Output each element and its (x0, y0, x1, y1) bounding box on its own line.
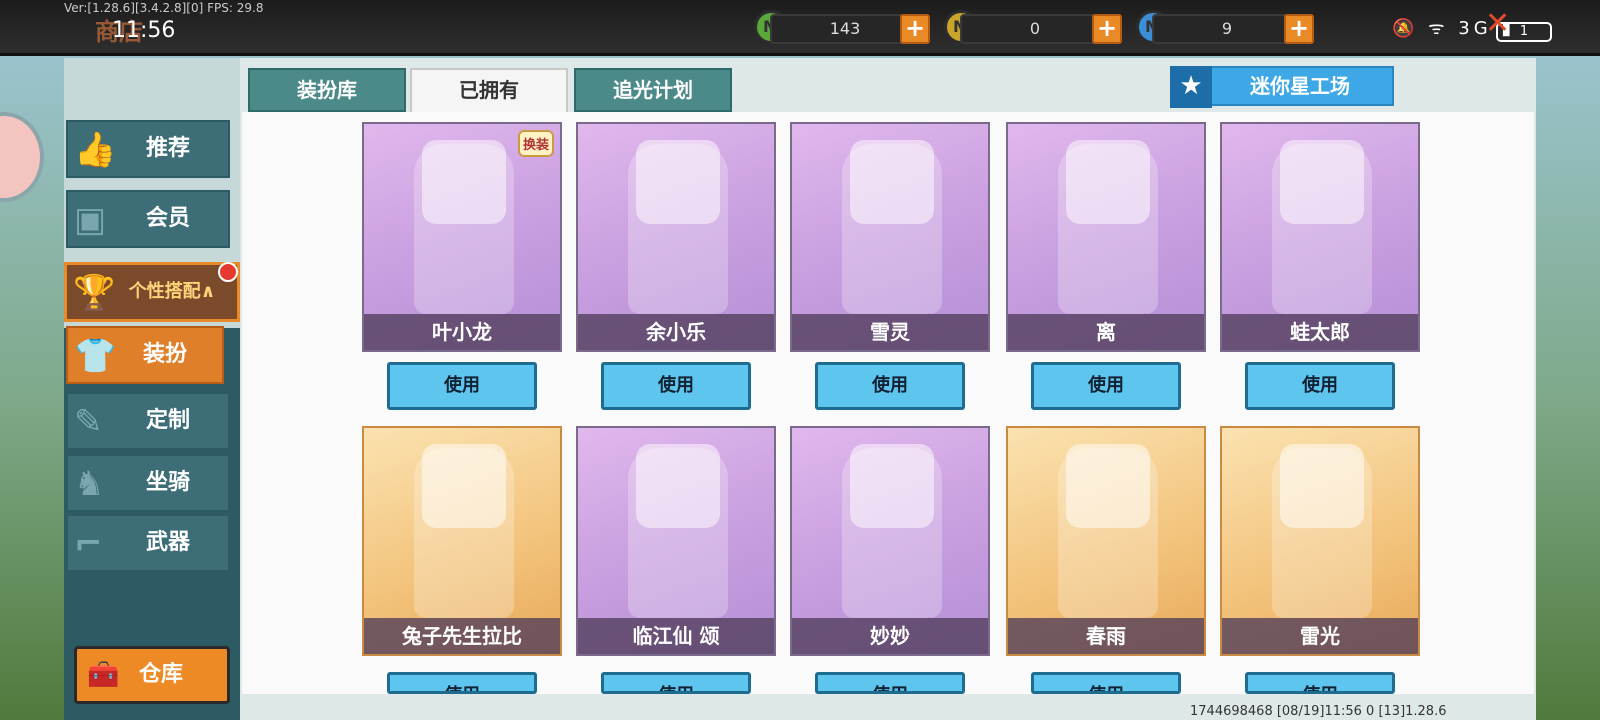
version-info: Ver:[1.28.6][3.4.2.8][0] FPS: 29.8 (64, 1, 264, 15)
star-icon: ★ (1170, 66, 1212, 108)
notification-dot (218, 262, 238, 282)
chest-icon: 🧰 (87, 660, 120, 690)
trophy-icon: 🏆 (73, 273, 116, 313)
warehouse-button[interactable]: 🧰 仓库 (74, 646, 230, 704)
skin-name: 雪灵 (792, 314, 988, 350)
top-status-bar: Ver:[1.28.6][3.4.2.8][0] FPS: 29.8 商店 11… (0, 0, 1600, 56)
player-avatar[interactable] (0, 112, 44, 202)
use-button[interactable]: 使用 (1031, 362, 1181, 410)
debug-footer-info: 1744698468 [08/19]11:56 0 [13]1.28.6 (1190, 704, 1447, 719)
sidebar-item-dressup[interactable]: 👕 装扮 (66, 326, 224, 384)
skin-name: 兔子先生拉比 (364, 618, 560, 654)
skin-card[interactable]: 妙妙 (790, 426, 990, 656)
gun-icon: ⌐ (74, 524, 103, 564)
use-button[interactable]: 使用 (1245, 362, 1395, 410)
chevron-up-icon: ∧ (200, 281, 216, 302)
skin-grid: 换装 叶小龙 余小乐 雪灵 离 蛙太郎 使用 使用 使用 使用 使用 兔子先生拉… (242, 112, 1534, 694)
skin-card[interactable]: 余小乐 (576, 122, 776, 352)
skin-name: 临江仙 颂 (578, 618, 774, 654)
skin-name: 叶小龙 (364, 314, 560, 350)
add-mini-bean-button[interactable]: + (900, 14, 930, 44)
use-button[interactable]: 使用 (815, 672, 965, 694)
skin-name: 余小乐 (578, 314, 774, 350)
member-icon: ▣ (74, 200, 107, 240)
skin-card[interactable]: 换装 叶小龙 (362, 122, 562, 352)
skin-card[interactable]: 雷光 (1220, 426, 1420, 656)
add-mini-coin-button[interactable]: + (1092, 14, 1122, 44)
mini-coin-count: 0 (960, 14, 1110, 44)
add-mini-point-button[interactable]: + (1284, 14, 1314, 44)
thumbs-up-icon: 👍 (74, 130, 117, 170)
shirt-icon: 👕 (74, 336, 117, 376)
sidebar-item-customize[interactable]: ✎ 定制 (66, 392, 230, 450)
skin-name: 蛙太郎 (1222, 314, 1418, 350)
sidebar-item-recommend[interactable]: 👍 推荐 (66, 120, 230, 178)
sidebar-item-personal-outfit[interactable]: 🏆 个性搭配∧ (64, 262, 240, 322)
clock: 11:56 (112, 18, 176, 43)
sidebar-item-weapon[interactable]: ⌐ 武器 (66, 514, 230, 572)
skin-card[interactable]: 临江仙 颂 (576, 426, 776, 656)
tab-owned[interactable]: 已拥有 (410, 68, 568, 114)
use-button[interactable]: 使用 (1031, 672, 1181, 694)
sidebar-item-mount[interactable]: ♞ 坐骑 (66, 454, 230, 512)
use-button[interactable]: 使用 (601, 672, 751, 694)
use-button[interactable]: 使用 (1245, 672, 1395, 694)
use-button[interactable]: 使用 (387, 362, 537, 410)
mini-point-count: 9 (1152, 14, 1302, 44)
pencil-icon: ✎ (74, 402, 103, 442)
mini-bean-count: 143 (770, 14, 920, 44)
mount-icon: ♞ (74, 464, 105, 504)
mini-star-studio-button[interactable]: ★ 迷你星工场 (1170, 66, 1394, 108)
skin-card[interactable]: 雪灵 (790, 122, 990, 352)
use-button[interactable]: 使用 (815, 362, 965, 410)
dress-change-badge: 换装 (517, 130, 554, 157)
skin-name: 妙妙 (792, 618, 988, 654)
use-button[interactable]: 使用 (387, 672, 537, 694)
skin-name: 雷光 (1222, 618, 1418, 654)
sidebar-item-member[interactable]: ▣ 会员 (66, 190, 230, 248)
tab-dressup-library[interactable]: 装扮库 (248, 68, 406, 112)
skin-card[interactable]: 兔子先生拉比 (362, 426, 562, 656)
tab-chase-light-plan[interactable]: 追光计划 (574, 68, 732, 112)
sidebar: 👍 推荐 ▣ 会员 🏆 个性搭配∧ 👕 装扮 ✎ 定制 ♞ 坐骑 ⌐ 武器 (64, 58, 240, 720)
skin-name: 离 (1008, 314, 1204, 350)
close-icon[interactable]: ✕ (1485, 6, 1510, 41)
skin-name: 春雨 (1008, 618, 1204, 654)
skin-card[interactable]: 离 (1006, 122, 1206, 352)
skin-card[interactable]: 蛙太郎 (1220, 122, 1420, 352)
skin-card[interactable]: 春雨 (1006, 426, 1206, 656)
use-button[interactable]: 使用 (601, 362, 751, 410)
